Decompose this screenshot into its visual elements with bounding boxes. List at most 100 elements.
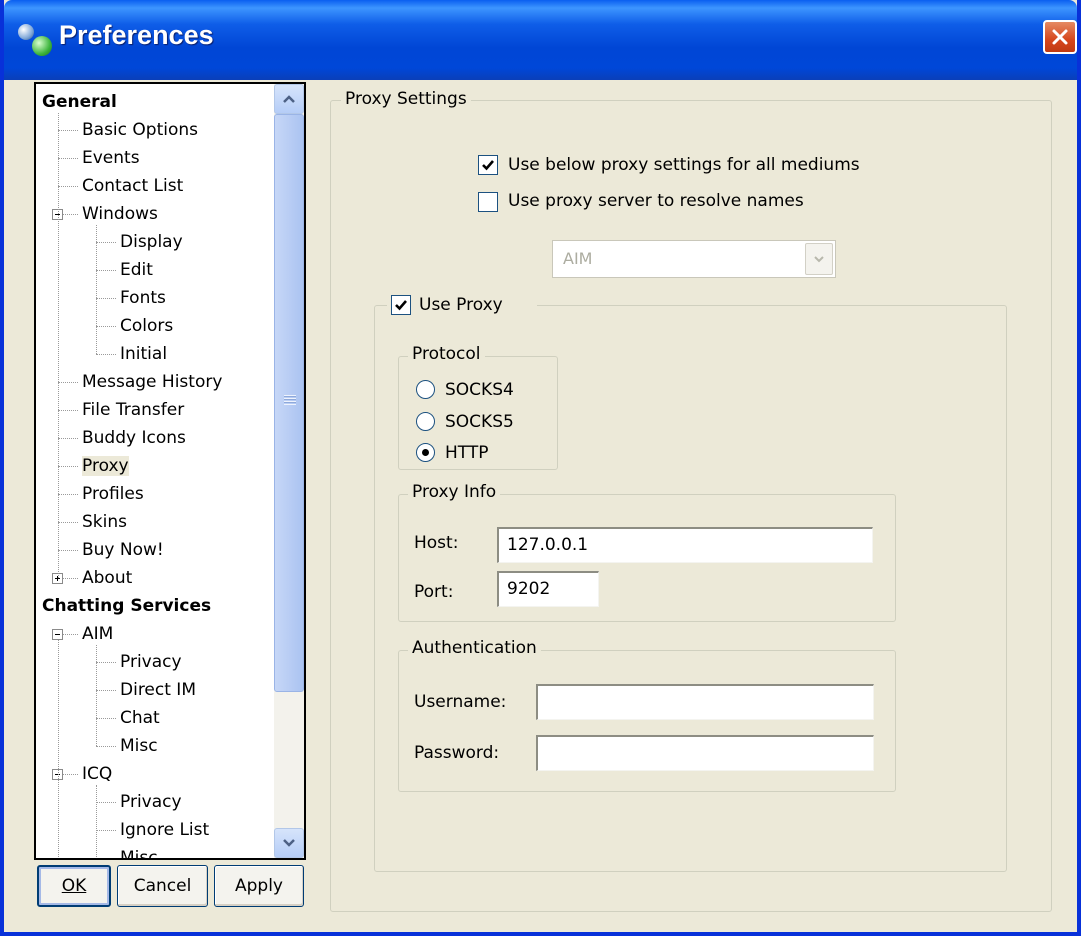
checkmark-icon bbox=[482, 160, 494, 171]
tree-item-aim[interactable]: AIM bbox=[82, 623, 113, 645]
password-input[interactable] bbox=[536, 735, 874, 771]
cancel-button[interactable]: Cancel bbox=[117, 865, 208, 907]
tree-item-label: Chat bbox=[120, 708, 160, 728]
dropdown-button[interactable] bbox=[805, 243, 833, 275]
tree-connector bbox=[96, 718, 116, 719]
tree-item-chat[interactable]: Chat bbox=[120, 707, 160, 729]
protocol-legend: Protocol bbox=[408, 344, 485, 364]
tree-item-label: Edit bbox=[120, 260, 153, 280]
tree-item-colors[interactable]: Colors bbox=[120, 315, 173, 337]
username-input[interactable] bbox=[536, 684, 874, 720]
tree-scrollbar[interactable] bbox=[274, 84, 304, 858]
tree-item-privacy[interactable]: Privacy bbox=[120, 791, 182, 813]
window-title: Preferences bbox=[59, 20, 214, 50]
medium-select-value: AIM bbox=[563, 249, 593, 268]
tree-item-label: AIM bbox=[82, 624, 114, 644]
tree-item-profiles[interactable]: Profiles bbox=[82, 483, 144, 505]
use-proxy-label[interactable]: Use Proxy bbox=[419, 295, 503, 315]
tree-item-about[interactable]: About bbox=[82, 567, 132, 589]
tree-connector bbox=[96, 242, 116, 243]
tree-item-label: Profiles bbox=[82, 484, 144, 504]
tree-item-misc[interactable]: Misc bbox=[120, 735, 158, 757]
tree-item-label: Events bbox=[82, 148, 140, 168]
apply-button-label: Apply bbox=[235, 876, 283, 896]
tree-item-message-history[interactable]: Message History bbox=[82, 371, 222, 393]
tree-guide-line bbox=[58, 640, 59, 858]
tree-item-label: Fonts bbox=[120, 288, 166, 308]
tree-connector bbox=[58, 438, 78, 439]
password-label: Password: bbox=[414, 743, 500, 763]
tree-item-label: Colors bbox=[120, 316, 174, 336]
ok-button-label: OK bbox=[61, 876, 87, 896]
tree-item-buddy-icons[interactable]: Buddy Icons bbox=[82, 427, 186, 449]
tree-item-label: Display bbox=[120, 232, 183, 252]
tree-connector bbox=[96, 354, 116, 355]
preferences-window: Preferences General Basic Options Events Co… bbox=[0, 0, 1081, 936]
tree-item-edit[interactable]: Edit bbox=[120, 259, 153, 281]
tree-item-contact-list[interactable]: Contact List bbox=[82, 175, 183, 197]
tree-item-proxy[interactable]: Proxy bbox=[82, 455, 129, 477]
tree-item-label: Misc bbox=[120, 848, 158, 860]
resolve-names-checkbox[interactable] bbox=[478, 192, 498, 212]
title-bar[interactable]: Preferences bbox=[4, 0, 1077, 80]
tree-item-direct-im[interactable]: Direct IM bbox=[120, 679, 196, 701]
tree-connector bbox=[58, 158, 78, 159]
close-icon bbox=[1052, 29, 1068, 45]
scroll-down-button[interactable] bbox=[274, 828, 304, 858]
tree-item-label: Buy Now! bbox=[82, 540, 164, 560]
apply-button[interactable]: Apply bbox=[214, 865, 304, 907]
tree-item-label: Message History bbox=[82, 372, 223, 392]
tree-item-buy-now[interactable]: Buy Now! bbox=[82, 539, 164, 561]
ok-button[interactable]: OK bbox=[37, 865, 111, 907]
tree-guide-line bbox=[58, 113, 59, 578]
scroll-thumb[interactable] bbox=[274, 114, 304, 692]
tree-item-label: Privacy bbox=[120, 792, 182, 812]
tree-item-ignore-list[interactable]: Ignore List bbox=[120, 819, 209, 841]
use-all-mediums-checkbox[interactable] bbox=[478, 155, 498, 175]
socks5-radio[interactable] bbox=[416, 412, 435, 431]
socks4-radio[interactable] bbox=[416, 380, 435, 399]
tree-item-events[interactable]: Events bbox=[82, 147, 140, 169]
tree-item-windows[interactable]: Windows bbox=[82, 203, 158, 225]
tree-guide-line bbox=[96, 785, 97, 858]
host-input[interactable]: 127.0.0.1 bbox=[497, 527, 873, 563]
http-radio[interactable] bbox=[416, 443, 435, 462]
tree-item-label: Chatting Services bbox=[42, 596, 212, 616]
tree-connector bbox=[58, 466, 78, 467]
tree-item-basic-options[interactable]: Basic Options bbox=[82, 119, 198, 141]
tree-item-initial[interactable]: Initial bbox=[120, 343, 167, 365]
tree-connector bbox=[96, 270, 116, 271]
http-label[interactable]: HTTP bbox=[445, 443, 489, 463]
tree-item-chatting-services[interactable]: Chatting Services bbox=[42, 595, 211, 617]
port-input[interactable]: 9202 bbox=[497, 571, 599, 607]
collapse-icon[interactable] bbox=[52, 629, 63, 640]
tree-item-general[interactable]: General bbox=[42, 91, 117, 113]
tree-item-display[interactable]: Display bbox=[120, 231, 183, 253]
tree-item-skins[interactable]: Skins bbox=[82, 511, 127, 533]
checkmark-icon bbox=[395, 300, 407, 311]
tree-item-icq[interactable]: ICQ bbox=[82, 763, 112, 785]
tree-item-label: Direct IM bbox=[120, 680, 196, 700]
scroll-up-button[interactable] bbox=[274, 84, 304, 114]
tree-item-misc[interactable]: Misc bbox=[120, 847, 158, 860]
medium-select[interactable]: AIM bbox=[552, 240, 836, 278]
tree-connector bbox=[96, 326, 116, 327]
chevron-down-icon bbox=[283, 839, 295, 847]
tree-connector bbox=[58, 186, 78, 187]
socks5-label[interactable]: SOCKS5 bbox=[445, 412, 514, 432]
preferences-tree[interactable]: General Basic Options Events Contact List Wi… bbox=[34, 82, 306, 860]
app-icon bbox=[18, 24, 52, 58]
resolve-names-label[interactable]: Use proxy server to resolve names bbox=[508, 191, 804, 211]
tree-item-label: ICQ bbox=[82, 764, 113, 784]
proxy-info-legend: Proxy Info bbox=[408, 482, 501, 502]
socks4-label[interactable]: SOCKS4 bbox=[445, 380, 514, 400]
tree-item-file-transfer[interactable]: File Transfer bbox=[82, 399, 184, 421]
close-button[interactable] bbox=[1043, 20, 1077, 54]
tree-item-label: Windows bbox=[82, 204, 158, 224]
tree-item-privacy[interactable]: Privacy bbox=[120, 651, 182, 673]
tree-item-fonts[interactable]: Fonts bbox=[120, 287, 166, 309]
tree-connector bbox=[96, 858, 116, 859]
use-all-mediums-label[interactable]: Use below proxy settings for all mediums bbox=[508, 155, 860, 175]
use-proxy-checkbox[interactable] bbox=[391, 295, 411, 315]
proxy-settings-legend: Proxy Settings bbox=[341, 89, 471, 109]
